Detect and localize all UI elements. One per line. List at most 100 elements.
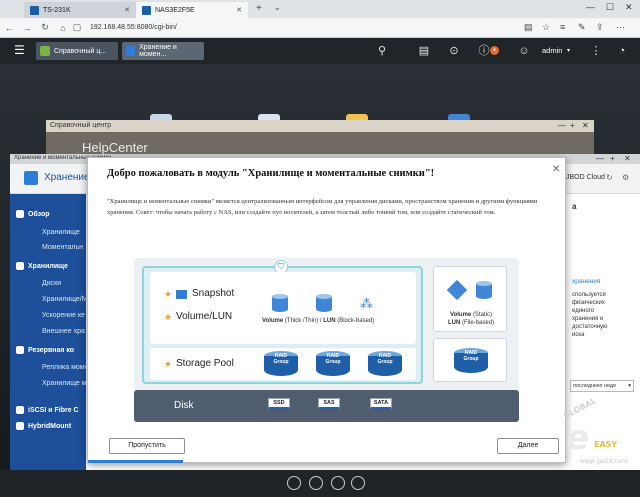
dock-icon[interactable] [287,476,301,490]
block-lun-icon: ⁂ [360,296,373,311]
back-icon[interactable]: ← [0,23,18,33]
caption-block-based: (Block-based) [337,318,375,324]
search-icon[interactable]: ⚲ [374,44,390,58]
snapshot-protected-area: ⛉ ★ Snapshot ★ Volume/LUN ⁂ Volume (Thic… [142,260,423,384]
sidebar-item-vault[interactable]: Хранилище м [42,380,87,387]
sidebar-item-label: Ускорение ке [42,312,85,319]
window-title: Справочный центр [50,122,112,129]
static-volume-box: Volume (Static) LUN (File-based) [433,266,507,332]
site-watermark: GLOBAL e EASY www.gecid.com [540,396,636,470]
refresh-icon[interactable]: ↻ [606,173,613,182]
close-tab-icon[interactable]: ✕ [124,6,130,14]
browser-tab-label: NAS3E2F5E [155,6,195,14]
storage-app-icon [126,46,136,56]
right-panel-line: достаточную [572,324,608,330]
reload-icon[interactable]: ↻ [36,22,54,33]
user-menu[interactable]: admin [542,46,562,55]
sidebar-item-hybridmount[interactable]: HybridMount [16,422,71,430]
minimize-icon[interactable]: — [596,154,604,163]
qts-taskbar: ☰ Справочный ц... Хранение и момен... ⚲ … [0,38,640,64]
sidebar-item-label: Реплика момс [42,364,89,371]
forward-icon[interactable]: → [18,23,36,33]
minimize-window-icon[interactable]: — [586,2,595,12]
static-volume-cube-icon [446,279,468,301]
qts-tab-helpcenter[interactable]: Справочный ц... [36,42,118,60]
storage-architecture-diagram: ⛉ ★ Snapshot ★ Volume/LUN ⁂ Volume (Thic… [134,258,519,422]
share-icon[interactable]: ⇪ [596,22,604,33]
maximize-icon[interactable]: + [610,154,615,163]
jbod-cloud-button[interactable]: JBOD Cloud [566,174,605,181]
skip-button[interactable]: Пропустить [109,438,185,454]
sidebar-item-iscsi[interactable]: iSCSI и Fibre C [16,406,79,414]
hybridmount-icon [16,422,24,430]
user-icon[interactable]: ☺ [516,44,532,58]
sidebar-item-label: Хранилище м [42,380,87,387]
sidebar-item-storage[interactable]: Хранилище [42,229,80,236]
home-icon[interactable]: ⌂ [54,23,72,33]
qnap-favicon-icon [30,5,39,15]
caption-lun: LUN [447,320,461,326]
static-raid-box: RAID Group [433,338,507,382]
dashboard-icon[interactable]: ◔ [614,44,630,58]
external-devices-icon[interactable]: ⊙ [446,44,462,58]
user-dropdown-icon[interactable]: ▾ [567,47,570,54]
more-options-icon[interactable]: ⋮ [588,44,604,58]
tab-dropdown-icon[interactable]: ⌄ [274,3,281,12]
maximize-icon[interactable]: + [570,121,575,130]
qts-tab-label: Хранение и момен... [139,44,177,58]
sidebar-item-disks[interactable]: Диски [42,280,61,287]
dialog-description: "Хранилище и моментальные снимки" являет… [107,198,538,216]
sidebar-item-storage-group[interactable]: Хранилище [16,262,68,270]
dock-icon[interactable] [351,476,365,490]
dock-icon[interactable] [331,476,345,490]
close-tab-icon[interactable]: ✕ [236,6,242,14]
helpcenter-title: HelpCenter [82,140,148,155]
close-icon[interactable]: ✕ [582,121,589,130]
notes-icon[interactable]: ✎ [578,22,586,33]
volume-cylinder-icon [316,294,332,312]
minimize-icon[interactable]: — [558,121,566,130]
right-panel-line: спользуется [572,292,606,298]
main-menu-icon[interactable]: ☰ [14,43,25,57]
star-icon: ★ [164,312,173,322]
maximize-window-icon[interactable]: ☐ [606,2,614,13]
close-icon[interactable]: ✕ [552,164,560,175]
close-icon[interactable]: ✕ [624,154,631,163]
sidebar-item-label: HybridMount [28,422,72,430]
group-text: Group [377,359,393,365]
close-window-icon[interactable]: ✕ [625,2,633,13]
volume-lun-label: Volume/LUN [176,311,233,322]
backup-icon [16,346,24,354]
volume-caption: Volume (Thick /Thin) / LUN (Block-based) [262,318,374,324]
sidebar-item-cache[interactable]: Ускорение ке [42,312,85,319]
sidebar-item-storage-snapshots[interactable]: Хранилище/М [42,296,88,303]
settings-icon[interactable]: ⚙ [622,173,629,182]
watermark-logo-icon: e [566,418,590,458]
sidebar-item-label: Хранилище [42,229,80,236]
qts-tab-label: Справочный ц... [54,47,107,55]
file-lun-cylinder-icon [476,281,492,299]
qts-tab-storage[interactable]: Хранение и момен... [122,42,204,60]
sidebar-item-replica[interactable]: Реплика момс [42,364,88,371]
caption-volume: Volume [450,312,472,318]
new-tab-icon[interactable]: + [256,3,262,14]
sidebar-item-external[interactable]: Внешнее хра [42,328,85,335]
caption-static: (Static) [472,312,492,318]
period-select[interactable]: последнюю неде ▾ [570,380,634,392]
right-panel-line: хранения и [572,316,604,322]
volume-cylinder-icon [272,294,288,312]
favorites-list-icon[interactable]: ≡ [560,22,565,32]
dock-icon[interactable] [309,476,323,490]
more-icon[interactable]: ⋯ [616,22,625,33]
sidebar-item-snapshots[interactable]: Моментальн [42,244,83,251]
favorite-star-icon[interactable]: ☆ [542,22,550,33]
browser-tab-ts231k[interactable]: TS-231K ✕ [24,2,136,18]
reading-view-icon[interactable]: ▤ [524,22,533,33]
browser-tab-nas[interactable]: NAS3E2F5E ✕ [136,2,248,18]
sidebar-item-overview[interactable]: Обзор [16,210,50,218]
create-storage-link[interactable]: хранения [572,278,600,285]
background-tasks-icon[interactable]: ▤ [416,44,432,58]
app-title: Хранение [44,172,90,183]
address-input[interactable]: 192.168.48.55:8080/cgi-bin/ [90,24,177,31]
sidebar-item-backup[interactable]: Резервная ко [16,346,74,354]
